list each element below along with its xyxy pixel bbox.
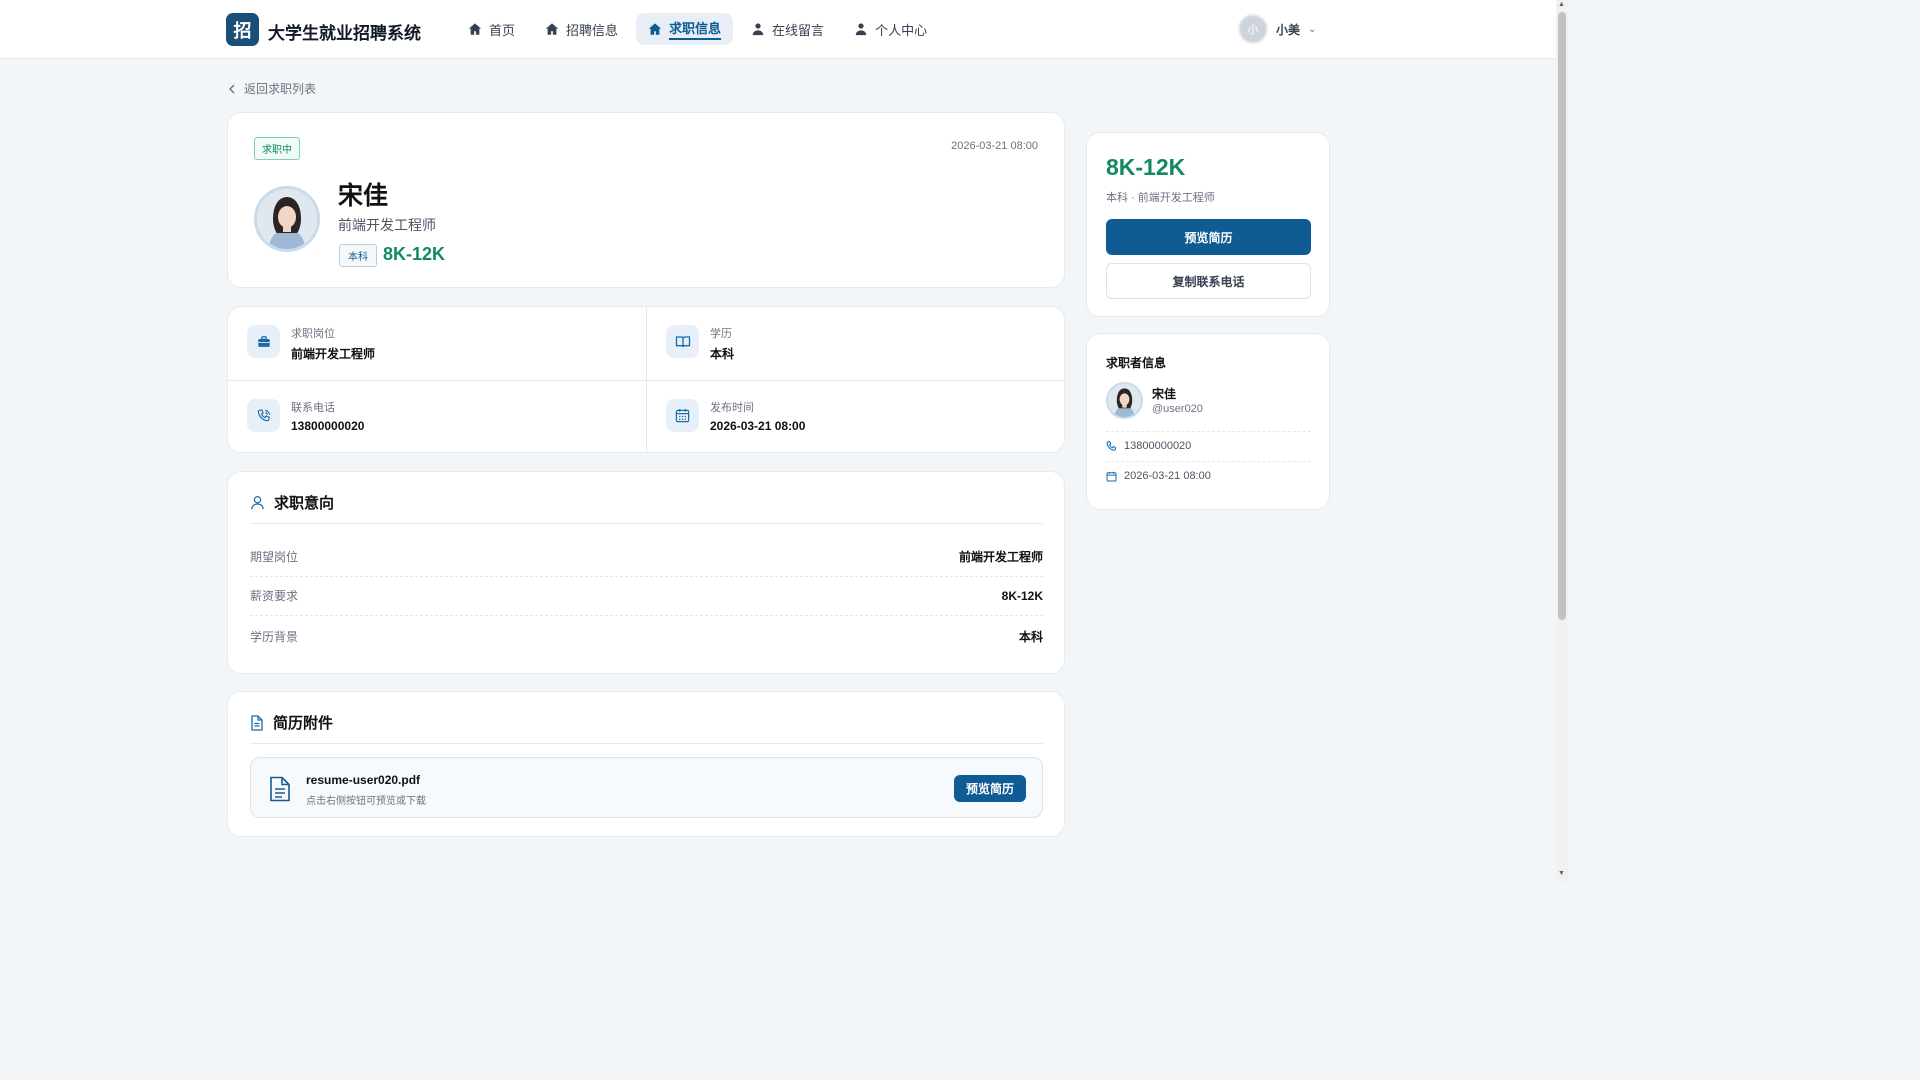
copy-phone-button[interactable]: 复制联系电话 xyxy=(1106,263,1311,299)
nav-item-label: 在线留言 xyxy=(772,22,825,38)
section-heading: 简历附件 xyxy=(250,712,333,733)
status-badge: 求职中 xyxy=(254,137,300,160)
seeker-handle: @user020 xyxy=(1152,403,1203,415)
seeker-name: 宋佳 xyxy=(1152,387,1177,401)
info-cell-phone: 联系电话 13800000020 xyxy=(228,381,647,452)
scrollbar[interactable]: ▲ ▼ xyxy=(1556,0,1568,882)
chevron-left-icon xyxy=(229,84,235,93)
user-menu[interactable]: 小 小美 ⌄ xyxy=(1238,14,1316,44)
preview-resume-button[interactable]: 预览简历 xyxy=(954,775,1026,802)
section-title: 简历附件 xyxy=(273,715,334,732)
intent-value: 本科 xyxy=(1018,629,1043,644)
calendar-icon xyxy=(1106,471,1117,481)
preview-resume-button[interactable]: 预览简历 xyxy=(1106,219,1311,255)
person-title: 前端开发工程师 xyxy=(338,217,436,233)
card-title: 求职者信息 xyxy=(1106,356,1167,370)
intent-key: 学历背景 xyxy=(250,629,299,644)
user-icon xyxy=(752,23,764,36)
section-heading: 求职意向 xyxy=(250,492,334,513)
publish-time: 2026-03-21 08:00 xyxy=(951,140,1038,152)
intent-row: 薪资要求 8K-12K xyxy=(250,576,1043,616)
scroll-up-arrow-icon[interactable]: ▲ xyxy=(1558,1,1565,8)
divider xyxy=(1106,461,1311,462)
salary-summary-card: 8K-12K 本科 · 前端开发工程师 预览简历 复制联系电话 xyxy=(1086,132,1330,317)
nav-item-label: 个人中心 xyxy=(875,22,928,38)
info-grid: 求职岗位 前端开发工程师 学历 本科 联系电话 13800000020 发布时间… xyxy=(227,306,1065,453)
info-value: 2026-03-21 08:00 xyxy=(710,419,806,433)
back-link-label: 返回求职列表 xyxy=(244,82,317,96)
chevron-down-icon: ⌄ xyxy=(1308,23,1317,35)
seeker-time: 2026-03-21 08:00 xyxy=(1106,470,1211,482)
file-attachment: resume-user020.pdf 点击右侧按钮可预览或下载 预览简历 xyxy=(250,757,1043,818)
nav-item-job-seeking[interactable]: 求职信息 xyxy=(636,13,734,45)
back-link[interactable]: 返回求职列表 xyxy=(228,80,316,97)
nav-item-label: 求职信息 xyxy=(669,18,722,40)
section-title: 求职意向 xyxy=(274,495,335,512)
file-hint: 点击右侧按钮可预览或下载 xyxy=(306,796,426,807)
nav-item-profile[interactable]: 个人中心 xyxy=(842,13,939,45)
app-logo[interactable]: 招 xyxy=(226,13,259,46)
main-nav: 首页 招聘信息 求职信息 在线留言 个人中心 xyxy=(456,13,939,45)
seeker-info-card: 求职者信息 宋佳 @user020 13800000020 2026-03-21… xyxy=(1086,333,1330,510)
intent-key: 薪资要求 xyxy=(250,589,299,603)
home-icon xyxy=(648,23,662,35)
phone-icon xyxy=(1106,440,1117,451)
divider xyxy=(250,523,1043,524)
top-navbar: 招 大学生就业招聘系统 首页 招聘信息 求职信息 在线留言 个人中心 小 小美 … xyxy=(0,0,1556,59)
intent-key: 期望岗位 xyxy=(250,550,299,564)
nav-item-messages[interactable]: 在线留言 xyxy=(739,13,836,45)
person-name: 宋佳 xyxy=(338,182,389,210)
intent-value: 前端开发工程师 xyxy=(958,550,1043,564)
intent-row: 学历背景 本科 xyxy=(250,616,1043,656)
scroll-down-arrow-icon[interactable]: ▼ xyxy=(1558,870,1565,877)
app-title[interactable]: 大学生就业招聘系统 xyxy=(268,19,421,44)
education-tag: 本科 xyxy=(339,244,377,267)
info-label: 联系电话 xyxy=(291,402,335,414)
info-cell-publish-time: 发布时间 2026-03-21 08:00 xyxy=(647,381,1064,452)
nav-item-jobs[interactable]: 招聘信息 xyxy=(533,13,630,45)
info-label: 发布时间 xyxy=(710,402,754,414)
salary-value: 8K-12K xyxy=(383,244,446,264)
user-name: 小美 xyxy=(1276,22,1301,37)
seeker-phone: 13800000020 xyxy=(1106,440,1191,452)
nav-item-label: 首页 xyxy=(489,22,516,38)
resume-attachment-card: 简历附件 resume-user020.pdf 点击右侧按钮可预览或下载 预览简… xyxy=(227,691,1065,837)
avatar xyxy=(1106,382,1143,419)
avatar: 小 xyxy=(1238,14,1268,44)
book-icon xyxy=(666,325,699,358)
home-icon xyxy=(545,23,559,35)
divider xyxy=(1106,431,1311,432)
info-label: 求职岗位 xyxy=(291,328,335,340)
divider xyxy=(250,743,1043,744)
intent-row: 期望岗位 前端开发工程师 xyxy=(250,537,1043,577)
info-cell-position: 求职岗位 前端开发工程师 xyxy=(228,307,647,380)
user-icon xyxy=(855,23,867,36)
intent-value: 8K-12K xyxy=(1001,588,1043,603)
info-value: 13800000020 xyxy=(291,419,365,433)
nav-item-home[interactable]: 首页 xyxy=(456,13,527,45)
info-label: 学历 xyxy=(710,328,732,340)
avatar xyxy=(254,186,320,252)
user-icon xyxy=(251,495,264,510)
nav-item-label: 招聘信息 xyxy=(566,22,619,38)
calendar-icon xyxy=(666,399,699,432)
home-icon xyxy=(468,23,482,35)
phone-icon xyxy=(247,399,280,432)
salary-value: 8K-12K xyxy=(1106,154,1186,180)
profile-card: 求职中 2026-03-21 08:00 宋佳 前端开发工程师 本科 8K-12… xyxy=(227,112,1065,288)
info-value: 本科 xyxy=(710,347,735,361)
file-icon xyxy=(270,776,290,802)
briefcase-icon xyxy=(247,325,280,358)
file-name[interactable]: resume-user020.pdf xyxy=(306,773,420,787)
salary-subline: 本科 · 前端开发工程师 xyxy=(1106,192,1215,204)
info-value: 前端开发工程师 xyxy=(291,347,376,361)
info-cell-education: 学历 本科 xyxy=(647,307,1064,380)
document-icon xyxy=(251,714,263,731)
seeker-phone-value: 13800000020 xyxy=(1124,440,1192,452)
scrollbar-thumb[interactable] xyxy=(1558,12,1566,620)
seeker-time-value: 2026-03-21 08:00 xyxy=(1124,470,1211,482)
job-intention-card: 求职意向 期望岗位 前端开发工程师 薪资要求 8K-12K 学历背景 本科 xyxy=(227,471,1065,674)
